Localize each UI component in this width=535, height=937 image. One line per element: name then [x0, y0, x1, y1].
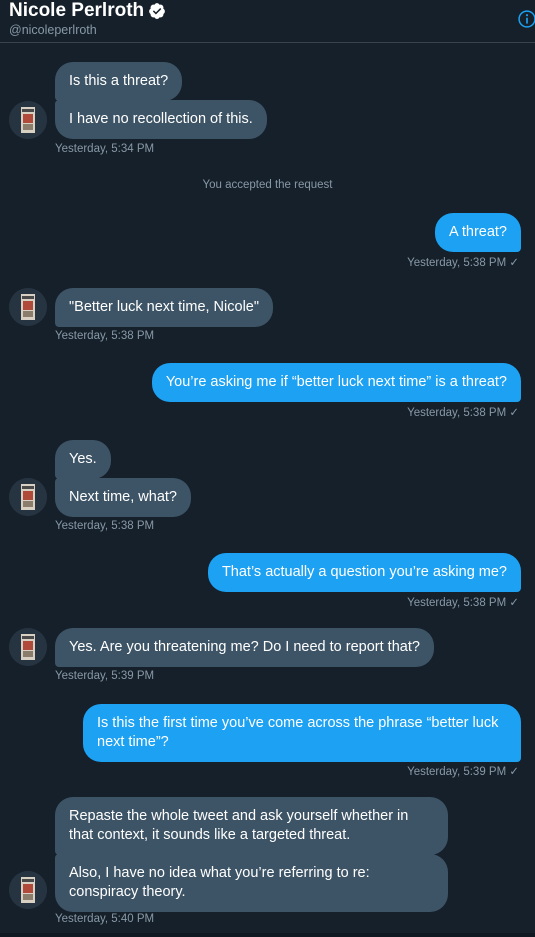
- message-timestamp: Yesterday, 5:39 PM ✓: [407, 766, 519, 778]
- message-timestamp: Yesterday, 5:38 PM ✓: [407, 597, 519, 609]
- outgoing-message[interactable]: That’s actually a question you’re asking…: [207, 553, 521, 592]
- avatar-image-icon: [9, 871, 47, 909]
- conversation-header: Nicole Perlroth @nicoleperlroth: [0, 0, 535, 43]
- divider: [0, 933, 535, 937]
- avatar-image-icon: [9, 288, 47, 326]
- avatar[interactable]: [9, 101, 47, 139]
- contact-name[interactable]: Nicole Perlroth: [9, 0, 144, 22]
- avatar[interactable]: [9, 478, 47, 516]
- avatar[interactable]: [9, 288, 47, 326]
- avatar-image-icon: [9, 101, 47, 139]
- outgoing-message[interactable]: You’re asking me if “better luck next ti…: [151, 363, 521, 402]
- incoming-message[interactable]: Next time, what?: [55, 478, 191, 517]
- contact-name-row[interactable]: Nicole Perlroth: [9, 0, 166, 22]
- info-icon[interactable]: [517, 9, 535, 29]
- avatar-image-icon: [9, 628, 47, 666]
- incoming-message[interactable]: Yes.: [55, 440, 111, 479]
- incoming-message[interactable]: Yes. Are you threatening me? Do I need t…: [55, 628, 434, 667]
- incoming-message[interactable]: Is this a threat?: [55, 62, 183, 101]
- verified-badge-icon: [149, 3, 166, 19]
- outgoing-message[interactable]: Is this the first time you’ve come acros…: [83, 704, 521, 762]
- message-timestamp: Yesterday, 5:38 PM: [55, 520, 155, 532]
- message-timestamp: Yesterday, 5:39 PM: [55, 670, 155, 682]
- message-timestamp: Yesterday, 5:40 PM: [55, 913, 155, 925]
- incoming-message[interactable]: Also, I have no idea what you’re referri…: [55, 854, 448, 912]
- message-timestamp: Yesterday, 5:38 PM: [55, 330, 155, 342]
- incoming-message[interactable]: Repaste the whole tweet and ask yourself…: [55, 797, 448, 855]
- message-timestamp: Yesterday, 5:38 PM ✓: [407, 407, 519, 419]
- avatar-image-icon: [9, 478, 47, 516]
- contact-handle[interactable]: @nicoleperlroth: [9, 23, 97, 37]
- system-notice: You accepted the request: [202, 179, 333, 191]
- outgoing-message[interactable]: A threat?: [434, 213, 521, 252]
- incoming-message[interactable]: "Better luck next time, Nicole": [55, 288, 274, 327]
- message-timestamp: Yesterday, 5:38 PM ✓: [407, 257, 519, 269]
- incoming-message[interactable]: I have no recollection of this.: [55, 100, 267, 139]
- avatar[interactable]: [9, 628, 47, 666]
- avatar[interactable]: [9, 871, 47, 909]
- message-timestamp: Yesterday, 5:34 PM: [55, 143, 155, 155]
